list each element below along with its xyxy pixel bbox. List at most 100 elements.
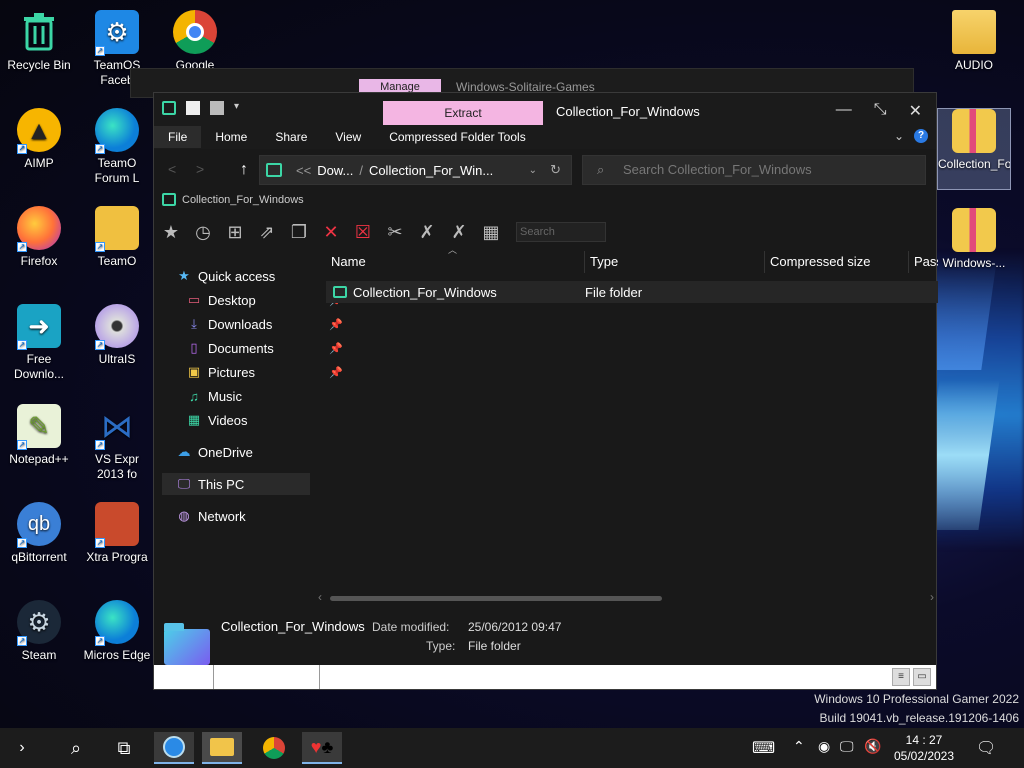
nav-onedrive[interactable]: ☁ OneDrive bbox=[176, 441, 253, 463]
notifications-icon[interactable]: 🗨 bbox=[976, 738, 996, 758]
tab-view[interactable]: View bbox=[321, 126, 375, 148]
properties-icon[interactable] bbox=[186, 101, 200, 115]
horizontal-scrollbar[interactable]: ‹ › bbox=[318, 590, 938, 605]
taskbar-solitaire-icon[interactable]: ♥ ♣ bbox=[302, 732, 342, 764]
search-icon[interactable]: ⌕ bbox=[56, 732, 96, 764]
webcam-icon[interactable]: ◉ bbox=[818, 738, 830, 755]
inner-breadcrumb-label[interactable]: Collection_For_Windows bbox=[182, 194, 304, 206]
column-name[interactable]: Name bbox=[326, 251, 585, 273]
history-icon[interactable]: ◷ bbox=[190, 219, 216, 245]
desktop-icon-teamos-forum[interactable]: ↗ TeamO Forum L bbox=[80, 108, 154, 186]
nav-pictures[interactable]: ▣ Pictures 📌 bbox=[186, 361, 343, 383]
desktop-icon-vs-express[interactable]: ⋈ ↗ VS Expr 2013 fo bbox=[80, 404, 154, 482]
cloud-icon: ☁ bbox=[177, 444, 191, 459]
address-part-downloads[interactable]: Dow... bbox=[317, 163, 353, 178]
desktop-icon-recycle-bin[interactable]: Recycle Bin bbox=[2, 10, 76, 73]
tab-share[interactable]: Share bbox=[261, 126, 321, 148]
desktop-icon-firefox[interactable]: ↗ Firefox bbox=[2, 206, 76, 269]
desktop-icon-ultraiso[interactable]: ↗ UltraIS bbox=[80, 304, 154, 367]
shortcut-arrow-icon: ↗ bbox=[95, 538, 105, 548]
extract-tab[interactable]: Extract bbox=[383, 101, 543, 125]
nav-music[interactable]: ♫ Music bbox=[186, 385, 242, 407]
column-type[interactable]: Type bbox=[585, 251, 765, 273]
title-bar[interactable]: ▾ Extract Collection_For_Windows — ⤡ ✕ bbox=[154, 93, 936, 125]
tab-compressed-folder-tools[interactable]: Compressed Folder Tools bbox=[375, 126, 540, 148]
taskbar-file-explorer-icon[interactable] bbox=[202, 732, 242, 764]
close-icon[interactable]: ✕ bbox=[909, 101, 922, 121]
desktop-icon-label: AIMP bbox=[24, 156, 54, 170]
star-icon[interactable]: ★ bbox=[158, 219, 184, 245]
desktop-icon-collection-zip[interactable]: Collection_For_Windows bbox=[937, 108, 1011, 190]
row-type: File folder bbox=[585, 284, 643, 300]
chevron-down-icon[interactable]: ⌄ bbox=[894, 129, 904, 143]
help-icon[interactable]: ? bbox=[914, 129, 928, 143]
desktop-icon-qbittorrent[interactable]: qb ↗ qBittorrent bbox=[2, 502, 76, 565]
clear-icon[interactable]: ✗ bbox=[414, 219, 440, 245]
delete-all-icon[interactable]: ☒ bbox=[350, 219, 376, 245]
network-tray-icon[interactable]: 🖵 bbox=[840, 738, 854, 755]
tab-file[interactable]: File bbox=[154, 126, 202, 148]
scroll-thumb[interactable] bbox=[330, 596, 662, 601]
desktop-icon-edge[interactable]: ↗ Micros Edge bbox=[80, 600, 154, 663]
nav-quick-access[interactable]: ★ Quick access bbox=[176, 265, 275, 287]
refresh-icon[interactable]: ↻ bbox=[550, 162, 561, 178]
up-arrow-icon[interactable]: ↑ bbox=[240, 161, 248, 179]
nav-downloads[interactable]: ⤓ Downloads 📌 bbox=[186, 313, 343, 335]
desktop-icon-audio-folder[interactable]: AUDIO bbox=[937, 10, 1011, 73]
desktop-icon-xtra-programs[interactable]: ↗ Xtra Progra bbox=[80, 502, 154, 565]
volume-muted-icon[interactable]: 🔇 bbox=[864, 738, 881, 755]
desktop-icon-windows-zip[interactable]: Windows-... bbox=[937, 208, 1011, 271]
nav-network[interactable]: ◍ Network bbox=[176, 505, 245, 527]
nav-videos[interactable]: ▦ Videos bbox=[186, 409, 248, 431]
nav-label: Quick access bbox=[198, 268, 276, 284]
toolbar-search-input[interactable]: Search bbox=[516, 222, 606, 242]
start-chevron-icon[interactable]: › bbox=[2, 732, 42, 764]
chevron-up-icon[interactable]: ⌃ bbox=[793, 738, 805, 755]
desktop-icon-aimp[interactable]: ▲ ↗ AIMP bbox=[2, 108, 76, 171]
forward-arrow-icon[interactable]: > bbox=[196, 161, 204, 177]
desktop-icon-free-download[interactable]: ➜ ↗ Free Downlo... bbox=[2, 304, 76, 382]
nav-this-pc[interactable]: 🖵 This PC bbox=[162, 473, 310, 495]
delete-icon[interactable]: ✕ bbox=[318, 219, 344, 245]
taskbar-app-browser-icon[interactable] bbox=[154, 732, 194, 764]
task-view-icon[interactable]: ⧉ bbox=[104, 732, 144, 764]
overflow-chevron[interactable]: << bbox=[296, 163, 311, 178]
scroll-right-icon[interactable]: › bbox=[930, 590, 934, 604]
copy-icon[interactable]: ❐ bbox=[286, 219, 312, 245]
back-arrow-icon[interactable]: < bbox=[168, 161, 176, 177]
clock[interactable]: 14 : 27 05/02/2023 bbox=[885, 732, 963, 764]
chevron-down-icon[interactable]: ▾ bbox=[234, 101, 239, 115]
view-options-icon[interactable]: ▦ bbox=[478, 219, 504, 245]
new-folder-icon[interactable] bbox=[210, 101, 224, 115]
table-row[interactable]: Collection_For_Windows File folder bbox=[326, 281, 938, 303]
chevron-down-icon[interactable]: ⌄ bbox=[529, 165, 537, 176]
cut-icon[interactable]: ✂ bbox=[382, 219, 408, 245]
windows-logo-icon[interactable]: ⊞ bbox=[222, 219, 248, 245]
nav-documents[interactable]: ▯ Documents 📌 bbox=[186, 337, 342, 359]
tab-home[interactable]: Home bbox=[201, 126, 261, 148]
desktop-icon-google-chrome[interactable]: Google bbox=[158, 10, 232, 73]
clear-all-icon[interactable]: ✗ bbox=[446, 219, 472, 245]
maximize-icon[interactable]: ⤡ bbox=[874, 101, 887, 121]
address-part-collection[interactable]: Collection_For_Win... bbox=[369, 163, 493, 178]
steam-icon: ⚙ ↗ bbox=[17, 600, 61, 646]
explorer-window[interactable]: ▾ Extract Collection_For_Windows — ⤡ ✕ F… bbox=[153, 92, 938, 690]
desktop-icon-label: Xtra Progra bbox=[86, 550, 148, 564]
extract-icon[interactable]: ⇗ bbox=[254, 219, 280, 245]
address-bar[interactable]: << Dow... / Collection_For_Win... ⌄ ↻ bbox=[259, 155, 572, 185]
keyboard-icon[interactable]: ⌨ bbox=[752, 738, 775, 758]
desktop-icon-notepadpp[interactable]: ✎ ↗ Notepad++ bbox=[2, 404, 76, 467]
details-view-icon[interactable]: ≡ bbox=[892, 668, 910, 686]
folder-icon[interactable] bbox=[162, 101, 176, 115]
minimize-icon[interactable]: — bbox=[836, 101, 852, 121]
desktop-icon-steam[interactable]: ⚙ ↗ Steam bbox=[2, 600, 76, 663]
status-bar: ≡ ▭ bbox=[154, 665, 936, 689]
large-icons-view-icon[interactable]: ▭ bbox=[913, 668, 931, 686]
nav-desktop[interactable]: ▭ Desktop 📌 bbox=[186, 289, 343, 311]
column-compressed-size[interactable]: Compressed size bbox=[765, 251, 909, 273]
scroll-left-icon[interactable]: ‹ bbox=[318, 590, 322, 604]
column-password[interactable]: Pass bbox=[909, 251, 938, 273]
taskbar-chrome-icon[interactable] bbox=[254, 732, 294, 764]
search-input[interactable]: ⌕ Search Collection_For_Windows bbox=[582, 155, 926, 185]
desktop-icon-teamos[interactable]: ↗ TeamO bbox=[80, 206, 154, 269]
